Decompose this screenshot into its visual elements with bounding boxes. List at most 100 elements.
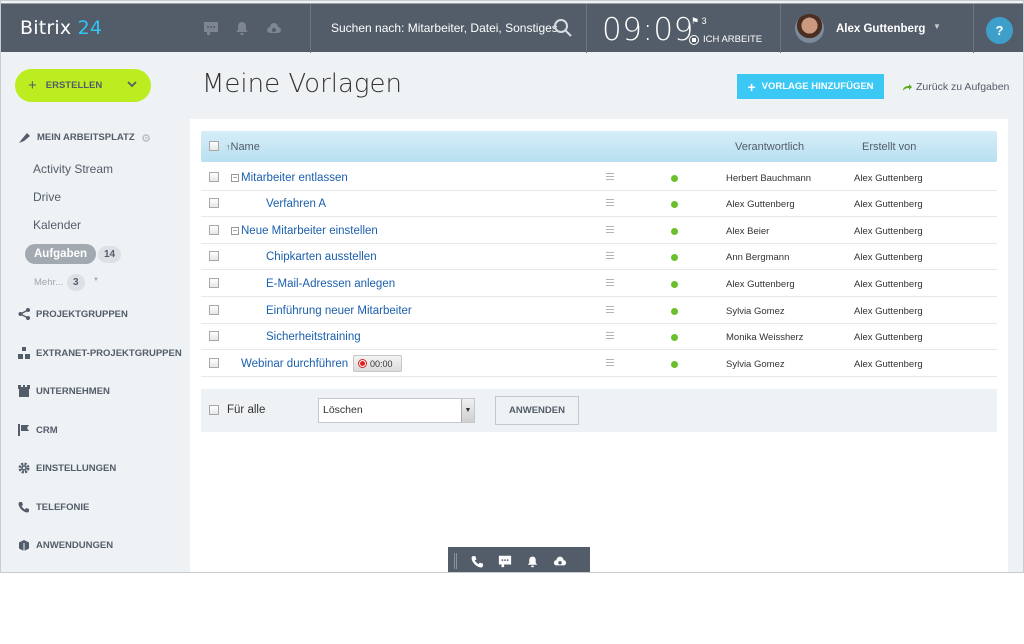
tasks-count-badge: 14	[98, 246, 122, 263]
search-input[interactable]: Suchen nach: Mitarbeiter, Datei, Sonstig…	[331, 21, 558, 35]
collapse-icon[interactable]: −	[231, 227, 239, 235]
header-divider	[780, 4, 781, 53]
sidebar-section-label: PROJEKTGRUPPEN	[36, 308, 128, 320]
group-action-bar: Für alle Löschen ▼ ANWENDEN	[201, 389, 997, 432]
sidebar-section-projektgruppen[interactable]: PROJEKTGRUPPEN	[18, 308, 128, 320]
template-name-link[interactable]: Neue Mitarbeiter einstellen	[241, 225, 378, 237]
row-menu-icon[interactable]	[606, 306, 614, 315]
flag-count: 3	[701, 16, 707, 26]
table-row[interactable]: Webinar durchführen Sylvia Gomez Alex Gutt…	[201, 350, 997, 377]
table-row[interactable]: Chipkarten ausstellen Ann Bergmann Alex Gu…	[201, 243, 997, 270]
responsible-cell: Alex Guttenberg	[726, 199, 795, 210]
flag-counter[interactable]: ⚑ 3	[691, 16, 707, 27]
template-name-link[interactable]: Sicherheitstraining	[266, 331, 361, 343]
chevron-down-icon[interactable]: ▼	[93, 277, 99, 283]
column-header-created-by[interactable]: Erstellt von	[862, 141, 916, 153]
row-checkbox[interactable]	[209, 225, 219, 235]
chat-icon[interactable]	[498, 554, 512, 568]
status-dot-icon	[671, 201, 678, 208]
add-template-button[interactable]: + VORLAGE HINZUFÜGEN	[737, 74, 884, 99]
sidebar-more-link[interactable]: Mehr...	[34, 277, 63, 288]
sidebar-item-drive[interactable]: Drive	[33, 190, 61, 204]
status-dot-icon	[671, 254, 678, 261]
bell-icon[interactable]	[234, 20, 250, 36]
sidebar-item-calendar[interactable]: Kalender	[33, 218, 81, 232]
back-to-tasks-link[interactable]: Zurück zu Aufgaben	[902, 81, 1009, 93]
for-all-checkbox[interactable]	[209, 405, 219, 415]
row-checkbox[interactable]	[209, 198, 219, 208]
row-checkbox[interactable]	[209, 331, 219, 341]
table-row[interactable]: − Mitarbeiter entlassen Herbert Bauchmann A…	[201, 164, 997, 191]
template-name-link[interactable]: Verfahren A	[266, 198, 326, 210]
sidebar-item-tasks[interactable]: Aufgaben	[25, 244, 97, 264]
gear-icon[interactable]	[141, 133, 151, 143]
apply-button[interactable]: ANWENDEN	[495, 396, 579, 425]
table-row[interactable]: Einführung neuer Mitarbeiter Sylvia Gomez…	[201, 297, 997, 324]
create-button[interactable]: + ERSTELLEN	[15, 69, 151, 102]
row-menu-icon[interactable]	[606, 199, 614, 208]
template-name-link[interactable]: E-Mail-Adressen anlegen	[266, 278, 395, 290]
sidebar-section-workspace[interactable]: MEIN ARBEITSPLATZ	[18, 131, 151, 144]
flag-icon	[18, 424, 29, 436]
sidebar-section-label: MEIN ARBEITSPLATZ	[37, 132, 135, 143]
row-checkbox[interactable]	[209, 305, 219, 315]
sidebar-section-settings[interactable]: EINSTELLUNGEN	[18, 462, 116, 474]
template-name-link[interactable]: Einführung neuer Mitarbeiter	[266, 305, 412, 317]
table-row[interactable]: Sicherheitstraining Monika Weissherz Alex …	[201, 323, 997, 350]
row-checkbox[interactable]	[209, 172, 219, 182]
template-name-link[interactable]: Webinar durchführen	[241, 358, 348, 370]
avatar[interactable]	[795, 14, 824, 43]
cloud-icon[interactable]	[266, 20, 282, 36]
phone-icon	[18, 502, 29, 513]
action-select[interactable]: Löschen ▼	[318, 398, 475, 423]
sidebar-section-extranet[interactable]: EXTRANET-PROJEKTGRUPPEN	[18, 347, 182, 359]
search-icon[interactable]	[553, 18, 573, 38]
chat-icon[interactable]	[203, 20, 219, 36]
help-button[interactable]: ?	[986, 17, 1013, 44]
sidebar-section-telephony[interactable]: TELEFONIE	[18, 501, 89, 513]
bell-icon[interactable]	[526, 555, 539, 568]
logo[interactable]: Bitrix 24	[20, 17, 102, 39]
drag-handle[interactable]	[454, 553, 457, 569]
table-row[interactable]: − Neue Mitarbeiter einstellen Alex Beier Al…	[201, 217, 997, 244]
sidebar-section-crm[interactable]: CRM	[18, 424, 58, 436]
chevron-down-icon[interactable]: ▼	[933, 22, 941, 31]
phone-icon[interactable]	[471, 555, 484, 568]
row-menu-icon[interactable]	[606, 252, 614, 261]
timer-button[interactable]: 00:00	[353, 355, 402, 372]
collapse-icon[interactable]: −	[231, 174, 239, 182]
extranet-icon	[18, 347, 30, 359]
sidebar-item-activity-stream[interactable]: Activity Stream	[33, 162, 113, 176]
row-menu-icon[interactable]	[606, 359, 614, 368]
column-name-label: Name	[230, 141, 260, 153]
responsible-cell: Alex Guttenberg	[726, 279, 795, 290]
template-name-link[interactable]: Mitarbeiter entlassen	[241, 172, 348, 184]
row-checkbox[interactable]	[209, 358, 219, 368]
table-row[interactable]: E-Mail-Adressen anlegen Alex Guttenberg Al…	[201, 270, 997, 297]
row-menu-icon[interactable]	[606, 173, 614, 182]
back-arrow-icon	[903, 83, 912, 91]
row-checkbox[interactable]	[209, 278, 219, 288]
created-by-cell: Alex Guttenberg	[854, 173, 923, 184]
sidebar-section-company[interactable]: UNTERNEHMEN	[18, 385, 110, 397]
sidebar-section-apps[interactable]: ANWENDUNGEN	[18, 539, 113, 551]
clock[interactable]: 09:09	[602, 12, 694, 48]
column-header-name[interactable]: ↑Name	[226, 141, 260, 153]
responsible-cell: Herbert Bauchmann	[726, 173, 812, 184]
row-menu-icon[interactable]	[606, 332, 614, 341]
status-dot-icon	[671, 175, 678, 182]
cloud-icon[interactable]	[553, 554, 567, 568]
row-menu-icon[interactable]	[606, 279, 614, 288]
user-name[interactable]: Alex Guttenberg	[836, 23, 925, 35]
row-menu-icon[interactable]	[606, 226, 614, 235]
dropdown-arrow-icon[interactable]: ▼	[461, 399, 474, 422]
responsible-cell: Sylvia Gomez	[726, 306, 785, 317]
column-header-responsible[interactable]: Verantwortlich	[735, 141, 804, 153]
row-checkbox[interactable]	[209, 251, 219, 261]
record-icon	[689, 34, 699, 45]
more-count-badge: 3	[67, 274, 85, 291]
table-row[interactable]: Verfahren A Alex Guttenberg Alex Guttenber…	[201, 190, 997, 217]
select-all-checkbox[interactable]	[209, 141, 219, 151]
work-status[interactable]: ICH ARBEITE	[689, 34, 762, 45]
template-name-link[interactable]: Chipkarten ausstellen	[266, 251, 377, 263]
